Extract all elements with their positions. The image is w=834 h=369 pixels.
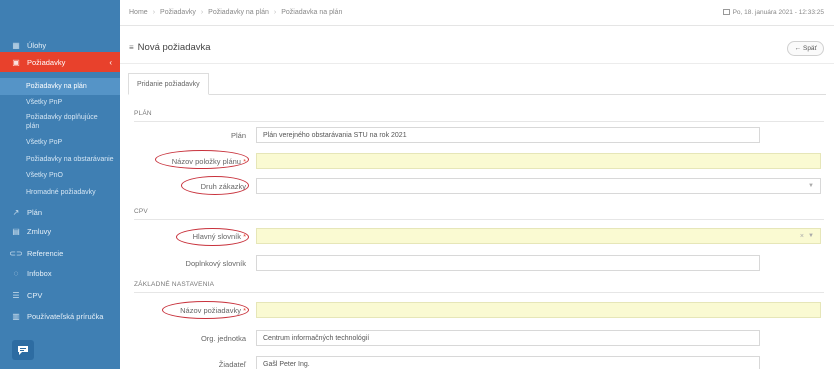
datetime-text: Po, 18. januára 2021 - 12:33:25	[732, 9, 824, 16]
clear-icon[interactable]: ×	[800, 233, 804, 240]
book-icon: ▥	[12, 311, 20, 321]
applicant-label-text: Žiadateľ	[218, 360, 246, 369]
annotation-circle	[176, 228, 249, 246]
sidebar-subitem-label: Hromadné požiadavky	[26, 188, 96, 196]
sidebar-subitem-vsetky-pno[interactable]: Všetky PnO	[0, 168, 120, 182]
sidebar-subitem-label: Všetky PnP	[26, 98, 63, 106]
chart-icon: ↗	[12, 207, 20, 217]
annotation-circle	[155, 150, 249, 169]
calendar-icon: ▦	[12, 40, 20, 50]
breadcrumb-poziadavky[interactable]: Požiadavky	[160, 9, 196, 16]
plan-label: Plán	[126, 131, 246, 140]
calendar-icon	[722, 9, 730, 15]
sidebar-subitem-vsetky-pop[interactable]: Všetky PoP	[0, 135, 120, 149]
tab-label: Pridanie požiadavky	[137, 80, 200, 88]
sidebar-item-label: Požiadavky	[27, 57, 66, 67]
applicant-value: Gašl Peter Ing.	[263, 360, 310, 368]
cart-icon: ▣	[12, 57, 20, 67]
sidebar-item-infobox[interactable]: ◌ Infobox	[0, 264, 120, 282]
breadcrumb: Home › Požiadavky › Požiadavky na plán › Požia…	[129, 9, 342, 16]
info-icon: ◌	[13, 268, 19, 278]
sidebar-subitem-label: Požiadavky na plán	[26, 83, 87, 90]
sidebar-item-label: Plán	[27, 207, 43, 217]
chat-icon	[18, 345, 28, 355]
extra-dict-label: Doplnkový slovník	[126, 259, 246, 268]
chevron-down-icon: ▼	[808, 183, 814, 189]
arrow-left-icon: ←	[794, 45, 801, 52]
sidebar-item-label: Infobox	[27, 268, 52, 278]
plan-value: Plán verejného obstarávania STU na rok 2…	[263, 131, 407, 139]
sidebar-item-label: Zmluvy	[27, 226, 52, 236]
org-unit-label-text: Org. jednotka	[200, 334, 246, 343]
main-dict-select[interactable]: × ▼	[256, 228, 821, 244]
sidebar-item-label: Referencie	[27, 248, 64, 258]
sidebar-item-plan[interactable]: ↗ Plán	[0, 203, 120, 221]
chat-button[interactable]	[12, 340, 34, 360]
sidebar-subitem-label: Všetky PoP	[26, 138, 63, 146]
section-divider	[134, 219, 824, 220]
breadcrumb-home[interactable]: Home	[129, 9, 148, 16]
plan-label-text: Plán	[230, 131, 246, 140]
sidebar-item-zmluvy[interactable]: ▤ Zmluvy	[0, 222, 120, 240]
breadcrumb-separator: ›	[152, 9, 156, 16]
sidebar-subitem-poziadavky-na-plan[interactable]: Požiadavky na plán	[0, 78, 120, 95]
item-name-input[interactable]	[256, 153, 821, 169]
applicant-label: Žiadateľ	[126, 360, 246, 369]
back-button[interactable]: ← Späť	[787, 41, 824, 56]
annotation-circle	[162, 301, 249, 319]
sidebar-subitem-vsetky-pnp[interactable]: Všetky PnP	[0, 95, 120, 109]
sidebar: ▦ Úlohy ▣ Požiadavky ‹ Požiadavky na plá…	[0, 0, 120, 369]
top-bar: Home › Požiadavky › Požiadavky na plán › Požia…	[120, 0, 834, 26]
page-title-text: Nová požiadavka	[137, 42, 211, 53]
sidebar-item-label: CPV	[27, 290, 43, 300]
sidebar-item-referencie[interactable]: ⊂⊃ Referencie	[0, 244, 120, 262]
sidebar-item-label: Úlohy	[27, 40, 47, 50]
breadcrumb-current: Požiadavka na plán	[281, 9, 343, 16]
sidebar-subitem-label: Všetky PnO	[26, 171, 63, 179]
sidebar-item-poziadavky[interactable]: ▣ Požiadavky ‹	[0, 52, 120, 72]
section-cpv: CPV	[134, 208, 148, 215]
document-icon: ▤	[12, 226, 20, 236]
page-title: ≡ Nová požiadavka	[129, 42, 211, 53]
applicant-field[interactable]: Gašl Peter Ing.	[256, 356, 760, 369]
extra-dict-input[interactable]	[256, 255, 760, 271]
extra-dict-label-text: Doplnkový slovník	[185, 259, 246, 268]
order-type-select[interactable]: ▼	[256, 178, 821, 194]
sidebar-subitem-hromadne-poziadavky[interactable]: Hromadné požiadavky	[0, 185, 120, 199]
breadcrumb-separator: ›	[273, 9, 277, 16]
sidebar-subitem-label: Požiadavky na obstarávanie	[26, 155, 114, 163]
request-name-input[interactable]	[256, 302, 821, 318]
org-unit-label: Org. jednotka	[126, 334, 246, 343]
sidebar-item-cpv[interactable]: ☰ CPV	[0, 286, 120, 304]
back-button-label: Späť	[802, 45, 817, 52]
sidebar-subitem-poziadavky-doplnujuce-plan[interactable]: Požiadavky doplňujúce plán	[0, 110, 110, 134]
section-divider	[134, 292, 824, 293]
chevron-down-icon: ▼	[808, 233, 814, 239]
section-settings: ZÁKLADNÉ NASTAVENIA	[134, 281, 215, 288]
breadcrumb-poziadavky-na-plan[interactable]: Požiadavky na plán	[208, 9, 269, 16]
datetime: Po, 18. januára 2021 - 12:33:25	[722, 9, 824, 16]
sidebar-subitem-poziadavky-na-obstaravanie[interactable]: Požiadavky na obstarávanie	[0, 152, 120, 166]
link-icon: ⊂⊃	[9, 248, 23, 258]
sidebar-item-label: Používateľská príručka	[27, 311, 104, 321]
sidebar-subitem-label: Požiadavky doplňujúce plán	[26, 114, 98, 130]
breadcrumb-separator: ›	[200, 9, 204, 16]
chevron-left-icon: ‹	[109, 57, 112, 67]
section-plan: PLÁN	[134, 110, 152, 117]
list-icon: ☰	[12, 290, 20, 300]
org-unit-field[interactable]: Centrum informačných technológií	[256, 330, 760, 346]
plan-field[interactable]: Plán verejného obstarávania STU na rok 2…	[256, 127, 760, 143]
tab-pridanie-poziadavky[interactable]: Pridanie požiadavky	[128, 73, 209, 95]
title-bar: ≡ Nová požiadavka ← Späť	[120, 26, 834, 64]
annotation-circle	[181, 176, 249, 195]
section-divider	[134, 121, 824, 122]
sidebar-item-prirucka[interactable]: ▥ Používateľská príručka	[0, 307, 120, 325]
tab-divider	[128, 94, 826, 95]
org-unit-value: Centrum informačných technológií	[263, 334, 370, 342]
menu-bars-icon: ≡	[129, 43, 134, 52]
